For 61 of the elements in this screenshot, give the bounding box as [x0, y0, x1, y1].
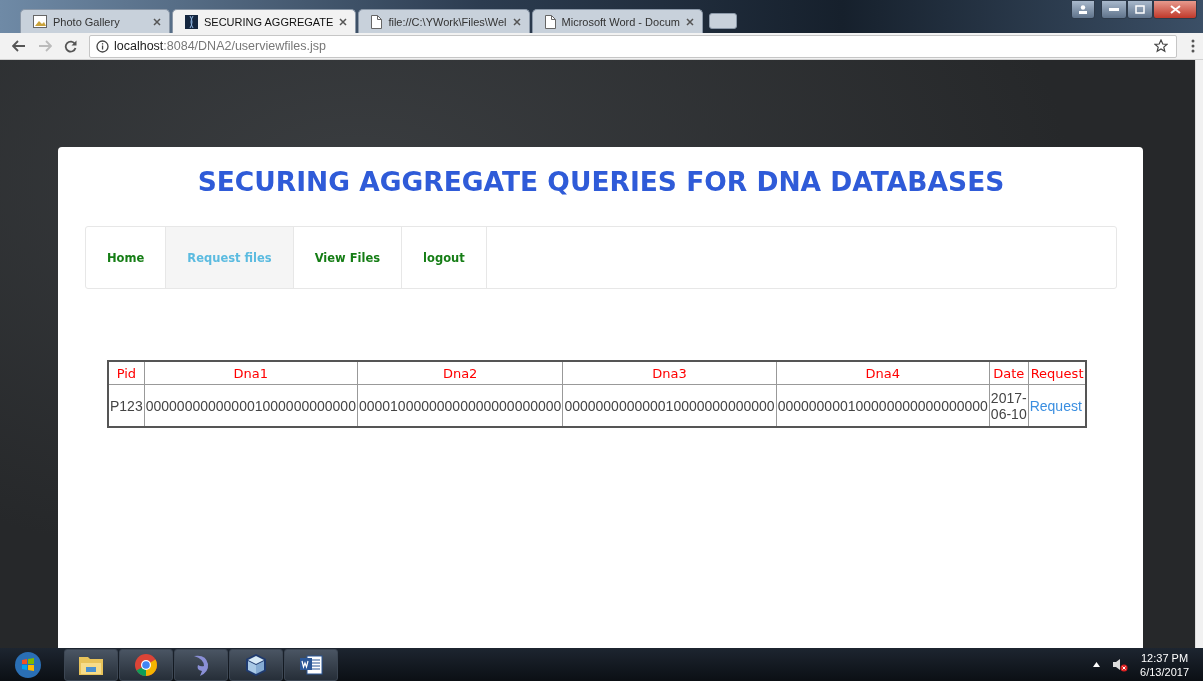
nav-link[interactable]: logout — [402, 227, 487, 288]
taskbar-app-button[interactable] — [119, 648, 173, 681]
table-cell: 00001000000000000000000000 — [357, 384, 563, 427]
column-header: Dna4 — [776, 361, 990, 385]
maximize-button[interactable] — [1127, 0, 1153, 19]
column-header: Dna2 — [357, 361, 563, 385]
clock-date: 6/13/2017 — [1140, 664, 1189, 679]
tray-arrow-icon[interactable] — [1093, 662, 1101, 667]
tab-title: file://C:\YWork\Files\Wel — [388, 15, 507, 28]
table-cell: P123 — [108, 384, 145, 427]
tab-title: Photo Gallery — [53, 15, 121, 28]
close-tab-icon[interactable] — [512, 17, 521, 26]
info-icon[interactable] — [96, 39, 109, 53]
close-icon — [1169, 5, 1181, 14]
taskbar-app-button[interactable] — [229, 648, 283, 681]
table-cell: 000000000000001000000000000 — [144, 384, 358, 427]
browser-tab[interactable]: file://C:\YWork\Files\Wel — [358, 9, 530, 33]
column-header: Dna1 — [144, 361, 358, 385]
browser-tab[interactable]: Microsoft Word - Docum — [531, 9, 703, 33]
close-button[interactable] — [1153, 0, 1197, 19]
clock-time: 12:37 PM — [1141, 650, 1189, 665]
nav-link[interactable]: View Files — [293, 227, 403, 288]
photo-icon — [33, 15, 47, 28]
address-bar[interactable]: localhost:8084/DNA2/userviewfiles.jsp — [89, 34, 1177, 58]
table-cell: 000000000000010000000000000 — [562, 384, 777, 427]
maximize-icon — [1135, 5, 1145, 14]
scrollbar[interactable] — [1195, 60, 1203, 648]
user-button[interactable] — [1071, 0, 1095, 19]
tab-title: Microsoft Word - Docum — [561, 15, 680, 28]
browser-tab[interactable]: SECURING AGGREGATE — [172, 9, 357, 33]
minimize-button[interactable] — [1101, 0, 1127, 19]
tab-title: SECURING AGGREGATE — [204, 15, 334, 28]
cube-icon — [245, 652, 267, 677]
chrome-logo-icon — [134, 652, 158, 677]
url-path: :8084/DNA2/userviewfiles.jsp — [163, 39, 327, 53]
browser-tab[interactable]: Photo Gallery — [20, 9, 170, 33]
close-tab-icon[interactable] — [685, 17, 694, 26]
page-icon — [544, 14, 556, 29]
bookmark-star-icon[interactable] — [1154, 39, 1168, 53]
close-tab-icon[interactable] — [339, 17, 348, 26]
clock[interactable]: 12:37 PM 6/13/2017 — [1140, 650, 1189, 679]
column-header: Date — [989, 361, 1029, 385]
table-cell: 000000000100000000000000000 — [776, 384, 990, 427]
menu-icon[interactable] — [1191, 39, 1195, 53]
taskbar-app-button[interactable] — [64, 648, 118, 681]
page-title: SECURING AGGREGATE QUERIES FOR DNA DATABASES — [196, 166, 1006, 197]
close-tab-icon[interactable] — [153, 17, 161, 26]
taskbar-app-button[interactable] — [284, 648, 338, 681]
column-header: Dna3 — [562, 361, 777, 385]
reload-icon[interactable] — [64, 39, 77, 53]
table-cell: 2017-06-10 — [989, 384, 1029, 427]
url-host: localhost — [114, 39, 164, 53]
back-icon[interactable] — [12, 40, 26, 52]
user-icon — [1078, 5, 1088, 14]
new-tab-button[interactable] — [708, 13, 737, 29]
minimize-icon — [1109, 7, 1119, 12]
column-header: Pid — [108, 361, 145, 385]
word-document-icon — [299, 653, 323, 676]
dna-icon — [185, 14, 198, 29]
page-icon — [371, 14, 383, 29]
muted-speaker-icon[interactable] — [1112, 657, 1129, 672]
